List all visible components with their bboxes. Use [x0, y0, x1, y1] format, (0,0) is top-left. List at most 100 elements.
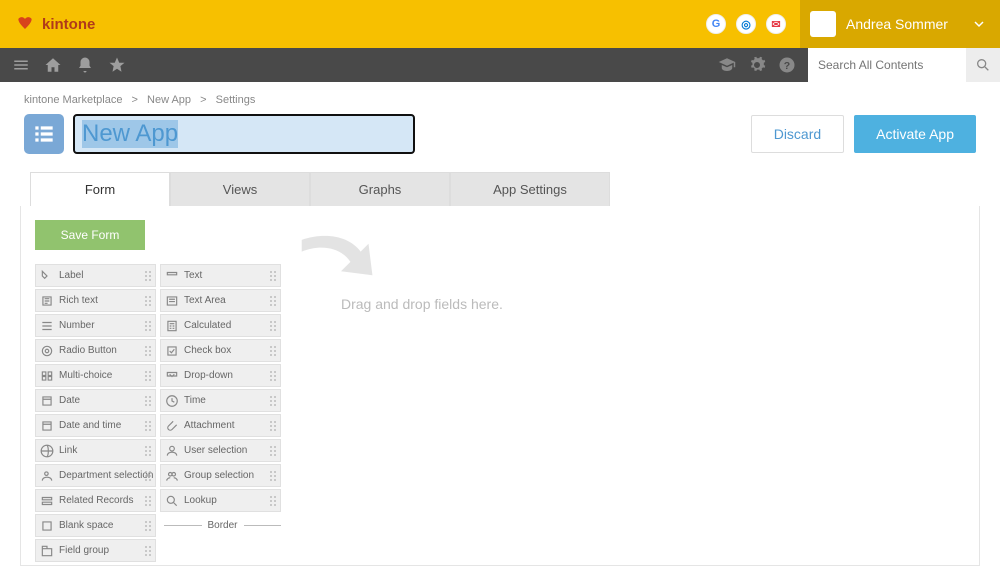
grip-icon	[144, 520, 152, 532]
grip-icon	[269, 495, 277, 507]
outlook-app-icon[interactable]: ◎	[736, 14, 756, 34]
drop-arrow-icon	[301, 232, 381, 287]
field-group-selection[interactable]: Group selection	[160, 464, 281, 487]
form-canvas[interactable]: Drag and drop fields here.	[281, 220, 979, 565]
grip-icon	[269, 395, 277, 407]
field-icon	[40, 494, 54, 508]
svg-text:?: ?	[784, 60, 790, 72]
grip-icon	[269, 345, 277, 357]
graduation-icon[interactable]	[718, 56, 736, 74]
field-icon	[40, 419, 54, 433]
field-icon	[165, 444, 179, 458]
app-icon[interactable]	[24, 114, 64, 154]
field-multi-choice[interactable]: Multi-choice	[35, 364, 156, 387]
field-palette: Save Form LabelTextRich textText AreaNum…	[21, 220, 281, 565]
crumb-marketplace[interactable]: kintone Marketplace	[24, 94, 122, 106]
field-field-group[interactable]: Field group	[35, 539, 156, 562]
brand-logo[interactable]: kintone	[0, 14, 95, 34]
field-drop-down[interactable]: Drop-down	[160, 364, 281, 387]
field-attachment[interactable]: Attachment	[160, 414, 281, 437]
field-date-and-time[interactable]: Date and time	[35, 414, 156, 437]
field-user-selection[interactable]: User selection	[160, 439, 281, 462]
field-lookup[interactable]: Lookup	[160, 489, 281, 512]
avatar	[810, 11, 836, 37]
grip-icon	[144, 295, 152, 307]
gear-icon[interactable]	[748, 56, 766, 74]
search-input[interactable]	[808, 48, 966, 82]
grip-icon	[269, 445, 277, 457]
field-icon	[40, 269, 54, 283]
field-icon	[40, 369, 54, 383]
grip-icon	[269, 320, 277, 332]
tabs: Form Views Graphs App Settings	[0, 172, 1000, 206]
grip-icon	[144, 345, 152, 357]
field-text[interactable]: Text	[160, 264, 281, 287]
field-blank-space[interactable]: Blank space	[35, 514, 156, 537]
grip-icon	[144, 470, 152, 482]
field-related-records[interactable]: Related Records	[35, 489, 156, 512]
field-check-box[interactable]: Check box	[160, 339, 281, 362]
field-time[interactable]: Time	[160, 389, 281, 412]
grip-icon	[269, 470, 277, 482]
list-icon	[31, 121, 57, 147]
grip-icon	[269, 270, 277, 282]
brand-name: kintone	[42, 16, 95, 33]
field-text-area[interactable]: Text Area	[160, 289, 281, 312]
tab-graphs[interactable]: Graphs	[310, 172, 450, 206]
star-icon[interactable]	[108, 56, 126, 74]
field-radio-button[interactable]: Radio Button	[35, 339, 156, 362]
user-menu[interactable]: Andrea Sommer	[800, 0, 1000, 48]
field-label[interactable]: Label	[35, 264, 156, 287]
field-icon	[165, 269, 179, 283]
crumb-settings[interactable]: Settings	[216, 94, 256, 106]
field-icon	[165, 369, 179, 383]
field-icon	[40, 544, 54, 558]
tab-app-settings[interactable]: App Settings	[450, 172, 610, 206]
grip-icon	[269, 420, 277, 432]
field-icon	[40, 444, 54, 458]
field-icon	[165, 294, 179, 308]
chevron-down-icon	[974, 19, 984, 29]
field-icon	[165, 419, 179, 433]
mail-app-icon[interactable]: ✉	[766, 14, 786, 34]
user-name: Andrea Sommer	[846, 16, 964, 32]
field-date[interactable]: Date	[35, 389, 156, 412]
field-number[interactable]: Number	[35, 314, 156, 337]
field-icon	[40, 319, 54, 333]
field-icon	[40, 294, 54, 308]
crumb-newapp[interactable]: New App	[147, 94, 191, 106]
field-icon	[165, 394, 179, 408]
grip-icon	[144, 395, 152, 407]
discard-button[interactable]: Discard	[751, 115, 844, 153]
field-rich-text[interactable]: Rich text	[35, 289, 156, 312]
field-link[interactable]: Link	[35, 439, 156, 462]
google-app-icon[interactable]: G	[706, 14, 726, 34]
field-icon	[165, 344, 179, 358]
tab-views[interactable]: Views	[170, 172, 310, 206]
kintone-logo-icon	[14, 14, 36, 34]
field-icon	[40, 394, 54, 408]
help-icon[interactable]: ?	[778, 56, 796, 74]
home-icon[interactable]	[44, 56, 62, 74]
menu-icon[interactable]	[12, 56, 30, 74]
field-department-selection[interactable]: Department selection	[35, 464, 156, 487]
field-border[interactable]: Border	[160, 514, 281, 537]
grip-icon	[144, 320, 152, 332]
canvas-placeholder: Drag and drop fields here.	[301, 296, 959, 312]
field-icon	[40, 344, 54, 358]
bell-icon[interactable]	[76, 56, 94, 74]
grip-icon	[144, 445, 152, 457]
field-icon	[165, 494, 179, 508]
tab-form[interactable]: Form	[30, 172, 170, 206]
search-button[interactable]	[966, 48, 1000, 82]
app-title-input[interactable]	[74, 115, 414, 153]
field-icon	[165, 469, 179, 483]
grip-icon	[269, 295, 277, 307]
save-form-button[interactable]: Save Form	[35, 220, 145, 250]
grip-icon	[144, 495, 152, 507]
grip-icon	[144, 545, 152, 557]
grip-icon	[144, 420, 152, 432]
field-icon	[40, 469, 54, 483]
field-calculated[interactable]: Calculated	[160, 314, 281, 337]
activate-button[interactable]: Activate App	[854, 115, 976, 153]
